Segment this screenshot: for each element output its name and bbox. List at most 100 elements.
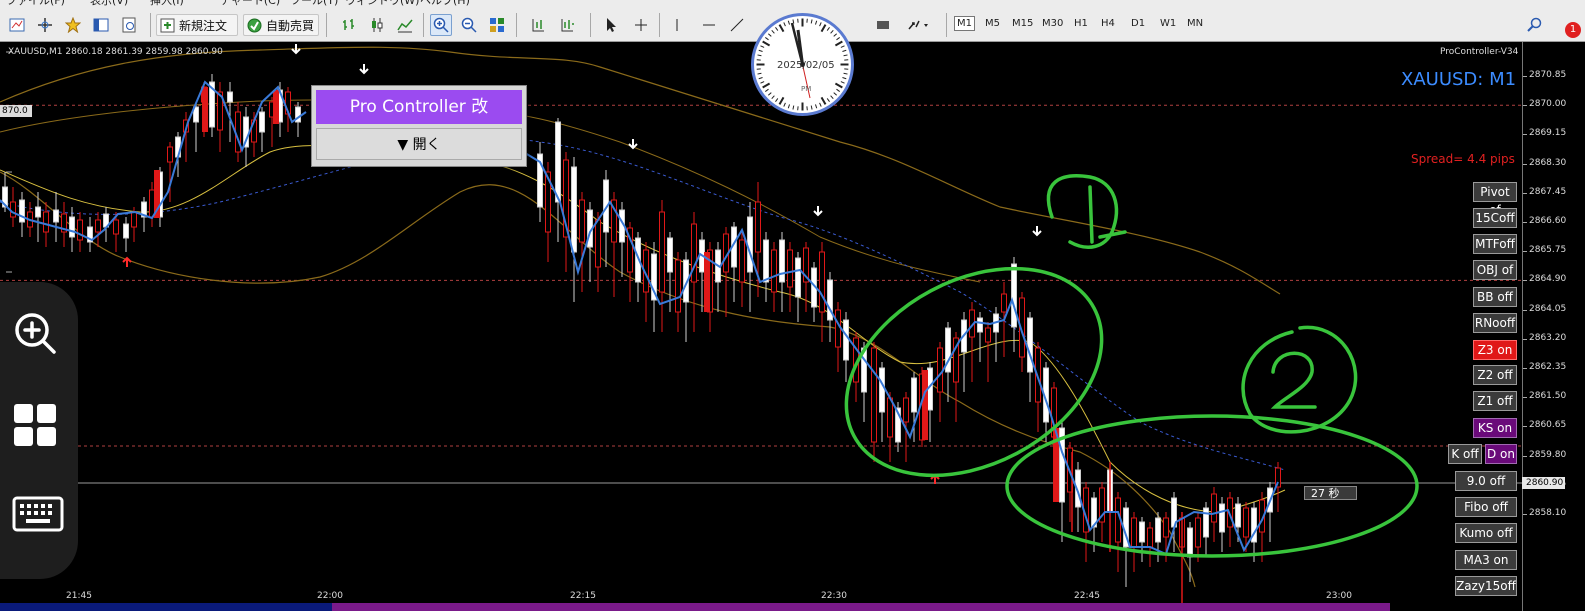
price-tick	[1523, 455, 1527, 457]
menu-item-tools[interactable]: ツール(T)	[290, 0, 338, 8]
zoom-in-icon[interactable]	[12, 310, 60, 358]
d-toggle-button[interactable]: D on	[1485, 444, 1517, 464]
pro-controller-open-button[interactable]: ▼ 開く	[316, 128, 522, 160]
clock-tick	[826, 98, 830, 103]
timeframe-d1[interactable]: D1	[1131, 18, 1145, 29]
menu-item-insert[interactable]: 挿入(I)	[150, 0, 184, 8]
clock-tick	[783, 102, 786, 107]
clock-tick	[767, 33, 772, 37]
timeframe-m15[interactable]: M15	[1012, 18, 1033, 29]
candle-body	[1001, 293, 1007, 313]
timeframe-mn[interactable]: MN	[1187, 18, 1203, 29]
menu-item-window[interactable]: ウィンドウ(W)	[345, 0, 419, 8]
ma3-toggle-button[interactable]: MA3 on	[1455, 550, 1517, 570]
auto-trade-button[interactable]: 自動売買	[243, 14, 319, 36]
zoom-out-icon[interactable]	[458, 14, 480, 36]
candle-body	[1219, 503, 1225, 533]
chart-shift-icon[interactable]	[527, 14, 549, 36]
pro-controller-title[interactable]: Pro Controller 改	[316, 90, 522, 124]
clock-tick	[787, 20, 790, 25]
timeframe-m5[interactable]: M5	[985, 18, 1000, 29]
search-icon[interactable]	[1524, 14, 1546, 36]
clock-tick	[760, 45, 765, 48]
timeframe-m1[interactable]: M1	[954, 16, 975, 31]
fibo-toggle-button[interactable]: Fibo off	[1455, 497, 1517, 517]
candle-body	[1147, 527, 1153, 548]
time-label: 22:45	[1074, 591, 1100, 601]
z2-toggle-button[interactable]: Z2 off	[1473, 365, 1517, 385]
k-toggle-button[interactable]: K off	[1448, 444, 1482, 464]
price-axis-label: 2865.75	[1529, 245, 1567, 256]
obj-toggle-button[interactable]: OBJ of	[1473, 260, 1517, 280]
autoscroll-icon[interactable]	[556, 14, 578, 36]
horizontal-line-icon[interactable]	[698, 14, 720, 36]
vertical-line-icon[interactable]	[666, 14, 688, 36]
spread-text: Spread= 4.4 pips	[1411, 152, 1515, 166]
timeframe-m30[interactable]: M30	[1042, 18, 1063, 29]
sell-arrow-icon	[359, 64, 369, 75]
candle-body	[555, 121, 561, 203]
line-chart-icon[interactable]	[394, 14, 416, 36]
zigzag-right	[519, 149, 1279, 556]
keyboard-icon[interactable]	[12, 494, 64, 542]
menu-item-chart[interactable]: チャート(C)	[220, 0, 280, 8]
crosshair-icon[interactable]	[630, 14, 652, 36]
move-icon[interactable]	[34, 14, 56, 36]
notification-badge[interactable]: 1	[1565, 22, 1581, 38]
timeframe-h1[interactable]: H1	[1074, 18, 1088, 29]
auto-trade-icon	[247, 18, 262, 33]
pro-controller-panel: Pro Controller 改 ▼ 開く	[311, 85, 527, 167]
new-chart-icon[interactable]	[6, 14, 28, 36]
timeframe-h4[interactable]: H4	[1101, 18, 1115, 29]
symbol-info: XAUUSD,M1 2860.18 2861.39 2859.98 2860.9…	[8, 47, 223, 57]
candle-body	[675, 259, 681, 313]
rectangle-icon[interactable]	[872, 14, 894, 36]
clock-tick	[836, 37, 841, 41]
price-tick	[1523, 426, 1527, 428]
new-order-button[interactable]: 新規注文	[156, 14, 238, 36]
navigator-icon[interactable]	[90, 14, 112, 36]
candle-body	[1131, 517, 1137, 548]
favorites-icon[interactable]	[62, 14, 84, 36]
sell-arrow-icon	[1032, 226, 1042, 237]
price-axis-label: 2870.00	[1529, 99, 1567, 110]
trendline-icon[interactable]	[726, 14, 748, 36]
zoom-in-icon[interactable]	[430, 14, 452, 36]
z3-toggle-button[interactable]: Z3 on	[1473, 340, 1517, 360]
rno-toggle-button[interactable]: RNooff	[1473, 313, 1517, 333]
candle-body	[579, 199, 585, 243]
price-axis-label: 2864.90	[1529, 274, 1567, 285]
mt4-window: ファイル(F) 表示(V) 挿入(I) チャート(C) ツール(T) ウィンドウ…	[0, 0, 1585, 611]
menu-item-view[interactable]: 表示(V)	[90, 0, 128, 8]
price-axis-label: 2866.60	[1529, 216, 1567, 226]
clock-tick	[830, 95, 834, 100]
9-0-toggle-button[interactable]: 9.0 off	[1455, 471, 1517, 491]
price-tick	[1523, 338, 1527, 340]
bar-chart-icon[interactable]	[338, 14, 360, 36]
tile-windows-icon[interactable]	[486, 14, 508, 36]
zazy15-toggle-button[interactable]: Zazy15off	[1455, 576, 1517, 596]
price-chart[interactable]: 21:45 22:00 22:15 22:30 22:45 23:00 2870…	[0, 13, 1585, 611]
z1-toggle-button[interactable]: Z1 off	[1473, 391, 1517, 411]
clock-tick	[783, 22, 786, 27]
bb-toggle-button[interactable]: BB off	[1473, 287, 1517, 307]
candle-body	[69, 216, 75, 238]
price-axis-label: 2858.10	[1529, 508, 1567, 518]
windows-grid-icon[interactable]	[12, 402, 60, 450]
clock-tick	[771, 95, 775, 100]
candle-body-bearish	[922, 370, 928, 440]
kumo-toggle-button[interactable]: Kumo off	[1455, 523, 1517, 543]
cursor-icon[interactable]	[600, 14, 622, 36]
candlestick-icon[interactable]	[366, 14, 388, 36]
timeframe-w1[interactable]: W1	[1160, 18, 1176, 29]
history-icon[interactable]	[118, 14, 140, 36]
15c-toggle-button[interactable]: 15Coff	[1473, 208, 1517, 228]
clock-tick	[762, 40, 771, 47]
pivot-toggle-button[interactable]: Pivot of	[1473, 182, 1517, 217]
mtf-toggle-button[interactable]: MTFoff	[1473, 234, 1517, 254]
menu-item-help[interactable]: ヘルプ(H)	[420, 0, 470, 8]
arrows-dropdown-icon[interactable]	[904, 14, 934, 36]
ks-toggle-button[interactable]: KS on	[1473, 418, 1517, 438]
price-axis[interactable]: 2870.85 2870.00 2869.15 2868.30 2867.45 2866.…	[1522, 42, 1585, 611]
menu-item-file[interactable]: ファイル(F)	[6, 0, 65, 8]
